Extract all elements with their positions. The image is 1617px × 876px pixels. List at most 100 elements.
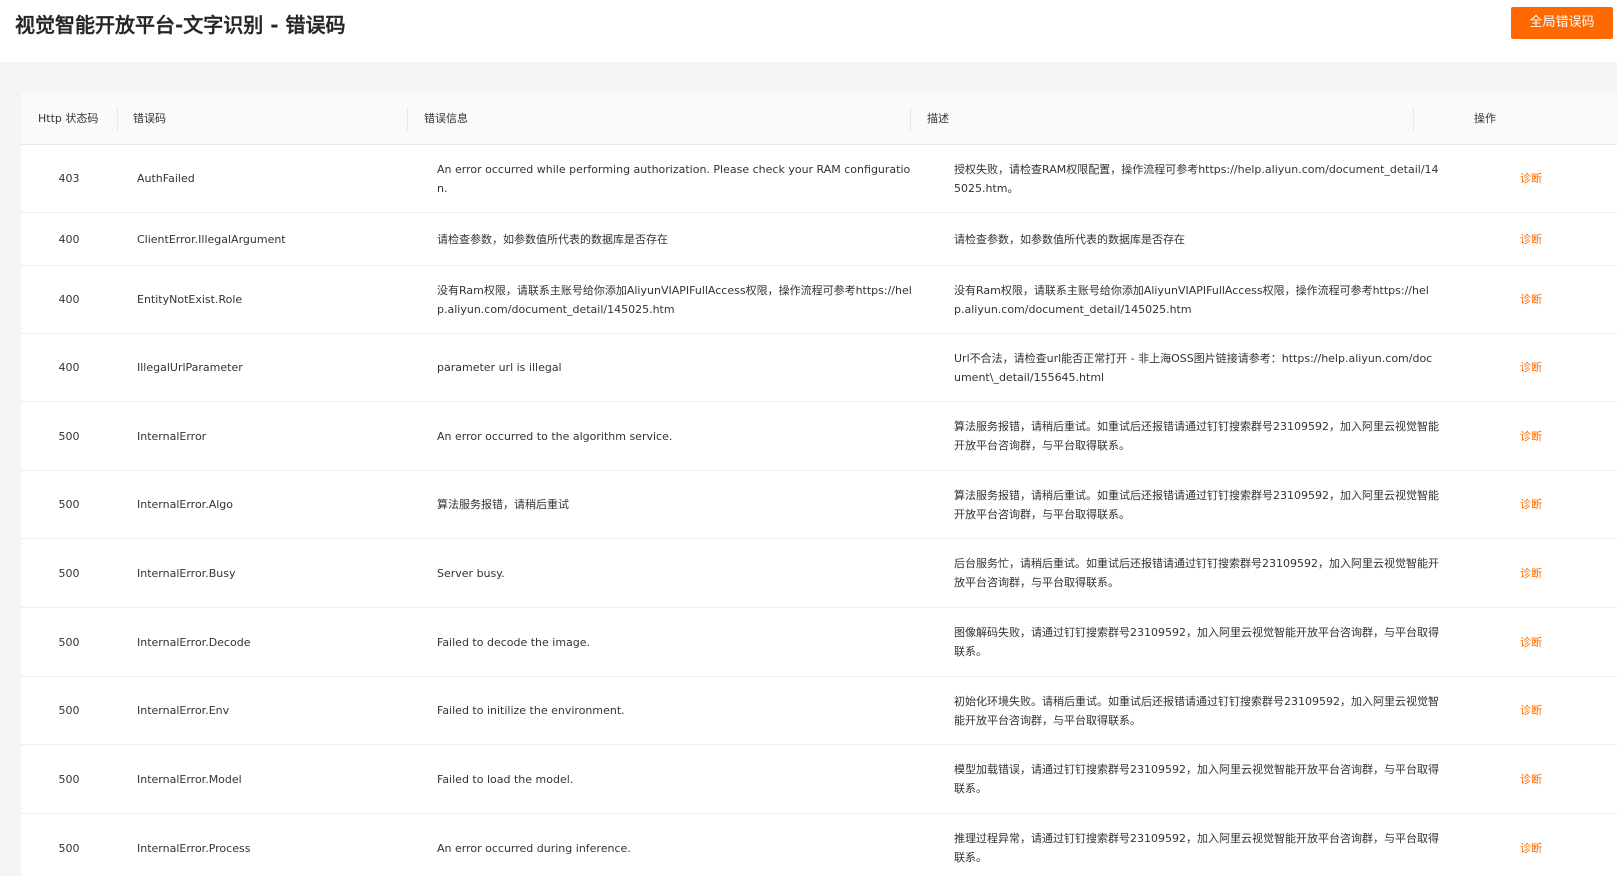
error-code-cell-text: InternalError.Algo xyxy=(137,498,233,511)
error-message-cell-text: An error occurred to the algorithm servi… xyxy=(437,429,673,443)
action-cell: 诊断 xyxy=(1501,266,1561,333)
error-code-cell-text: InternalError.Model xyxy=(137,772,242,786)
status-cell-text: 500 xyxy=(58,635,80,649)
error-message-cell-text: An error occurred during inference. xyxy=(437,841,631,855)
error-code-cell: InternalError.Busy xyxy=(137,539,407,607)
status-cell-text: 403 xyxy=(58,172,80,185)
action-cell: 诊断 xyxy=(1501,145,1561,212)
error-message-cell-text: 算法服务报错，请稍后重试 xyxy=(437,498,569,511)
status-cell-text: 400 xyxy=(58,293,80,306)
table-row: 403 AuthFailed An error occurred while per… xyxy=(21,145,1617,213)
description-cell-text: 授权失败，请检查RAM权限配置，操作流程可参考https://help.aliy… xyxy=(954,162,1439,195)
error-message-cell-text: Server busy. xyxy=(437,566,505,580)
column-divider xyxy=(117,107,118,131)
description-cell-text: 算法服务报错，请稍后重试。如重试后还报错请通过钉钉搜索群号23109592，加入… xyxy=(954,488,1439,521)
error-code-cell: InternalError.Decode xyxy=(137,608,407,676)
error-message-cell-text: An error occurred while performing autho… xyxy=(437,162,911,195)
column-header-status: Http 状态码 xyxy=(38,112,99,125)
column-divider xyxy=(910,107,911,131)
action-cell: 诊断 xyxy=(1501,814,1561,876)
action-cell: 诊断 xyxy=(1501,745,1561,813)
action-cell: 诊断 xyxy=(1501,471,1561,538)
description-cell: 算法服务报错，请稍后重试。如重试后还报错请通过钉钉搜索群号23109592，加入… xyxy=(954,402,1439,470)
status-cell: 500 xyxy=(39,745,99,813)
description-cell-text: 图像解码失败，请通过钉钉搜索群号23109592，加入阿里云视觉智能开放平台咨询… xyxy=(954,626,1439,658)
column-header-description: 描述 xyxy=(927,112,949,125)
table-row: 400 EntityNotExist.Role 没有Ram权限，请联系主账号给你添加… xyxy=(21,266,1617,334)
error-message-cell-text: 请检查参数，如参数值所代表的数据库是否存在 xyxy=(437,232,668,246)
diagnose-link[interactable]: 诊断 xyxy=(1520,701,1542,720)
description-cell: 推理过程异常，请通过钉钉搜索群号23109592，加入阿里云视觉智能开放平台咨询… xyxy=(954,814,1439,876)
error-code-cell: AuthFailed xyxy=(137,145,407,212)
diagnose-link[interactable]: 诊断 xyxy=(1520,770,1542,789)
status-cell-text: 400 xyxy=(58,232,80,246)
status-cell: 403 xyxy=(39,145,99,212)
error-code-cell: InternalError.Env xyxy=(137,677,407,744)
global-error-codes-button[interactable]: 全局错误码 xyxy=(1511,7,1613,39)
action-cell: 诊断 xyxy=(1501,608,1561,676)
error-code-cell: ClientError.IllegalArgument xyxy=(137,213,407,265)
error-code-cell: EntityNotExist.Role xyxy=(137,266,407,333)
table-row: 500 InternalError.Algo 算法服务报错，请稍后重试 算法服务报错，… xyxy=(21,471,1617,539)
status-cell-text: 500 xyxy=(58,498,80,511)
diagnose-link[interactable]: 诊断 xyxy=(1520,230,1542,249)
error-message-cell-text: Failed to initilize the environment. xyxy=(437,704,625,717)
description-cell-text: 后台服务忙，请稍后重试。如重试后还报错请通过钉钉搜索群号23109592，加入阿… xyxy=(954,557,1439,589)
status-cell-text: 500 xyxy=(58,841,80,855)
error-code-cell-text: InternalError.Busy xyxy=(137,566,236,580)
table-header: Http 状态码 错误码 错误信息 描述 操作 xyxy=(21,93,1617,145)
table-row: 400 ClientError.IllegalArgument 请检查参数，如参数值… xyxy=(21,213,1617,266)
diagnose-link[interactable]: 诊断 xyxy=(1520,495,1542,514)
error-code-cell-text: InternalError xyxy=(137,429,207,443)
description-cell-text: 初始化环境失败。请稍后重试。如重试后还报错请通过钉钉搜索群号23109592，加… xyxy=(954,694,1439,727)
error-code-cell-text: InternalError.Process xyxy=(137,841,251,855)
error-code-cell: IllegalUrlParameter xyxy=(137,334,407,401)
description-cell-text: 算法服务报错，请稍后重试。如重试后还报错请通过钉钉搜索群号23109592，加入… xyxy=(954,420,1439,452)
error-code-cell: InternalError.Model xyxy=(137,745,407,813)
diagnose-link[interactable]: 诊断 xyxy=(1520,427,1542,446)
description-cell: 算法服务报错，请稍后重试。如重试后还报错请通过钉钉搜索群号23109592，加入… xyxy=(954,471,1439,538)
action-cell: 诊断 xyxy=(1501,213,1561,265)
error-message-cell: 算法服务报错，请稍后重试 xyxy=(437,471,917,538)
top-bar: 视觉智能开放平台-文字识别 - 错误码 全局错误码 xyxy=(0,0,1617,62)
error-message-cell: An error occurred to the algorithm servi… xyxy=(437,402,917,470)
error-message-cell: 请检查参数，如参数值所代表的数据库是否存在 xyxy=(437,213,917,265)
error-message-cell-text: Failed to decode the image. xyxy=(437,635,591,649)
status-cell: 400 xyxy=(39,266,99,333)
description-cell: 图像解码失败，请通过钉钉搜索群号23109592，加入阿里云视觉智能开放平台咨询… xyxy=(954,608,1439,676)
page-title: 视觉智能开放平台-文字识别 - 错误码 xyxy=(15,13,346,37)
diagnose-link[interactable]: 诊断 xyxy=(1520,358,1542,377)
error-message-cell: Server busy. xyxy=(437,539,917,607)
table-row: 400 IllegalUrlParameter parameter url is i… xyxy=(21,334,1617,402)
action-cell: 诊断 xyxy=(1501,677,1561,744)
diagnose-link[interactable]: 诊断 xyxy=(1520,290,1542,309)
error-code-cell-text: ClientError.IllegalArgument xyxy=(137,232,286,246)
status-cell: 400 xyxy=(39,213,99,265)
description-cell: 模型加载错误，请通过钉钉搜索群号23109592，加入阿里云视觉智能开放平台咨询… xyxy=(954,745,1439,813)
action-cell: 诊断 xyxy=(1501,402,1561,470)
error-code-cell: InternalError.Algo xyxy=(137,471,407,538)
column-header-code: 错误码 xyxy=(133,112,166,125)
diagnose-link[interactable]: 诊断 xyxy=(1520,169,1542,188)
column-divider xyxy=(1413,107,1414,131)
diagnose-link[interactable]: 诊断 xyxy=(1520,839,1542,858)
column-divider xyxy=(407,107,408,131)
description-cell: 授权失败，请检查RAM权限配置，操作流程可参考https://help.aliy… xyxy=(954,145,1439,212)
error-message-cell-text: Failed to load the model. xyxy=(437,772,574,786)
action-cell: 诊断 xyxy=(1501,334,1561,401)
status-cell: 500 xyxy=(39,814,99,876)
status-cell-text: 500 xyxy=(58,429,80,443)
diagnose-link[interactable]: 诊断 xyxy=(1520,633,1542,652)
status-cell: 500 xyxy=(39,539,99,607)
error-message-cell: Failed to decode the image. xyxy=(437,608,917,676)
error-code-cell-text: AuthFailed xyxy=(137,172,195,185)
diagnose-link[interactable]: 诊断 xyxy=(1520,564,1542,583)
description-cell-text: 推理过程异常，请通过钉钉搜索群号23109592，加入阿里云视觉智能开放平台咨询… xyxy=(954,832,1439,864)
error-code-cell-text: InternalError.Env xyxy=(137,704,230,717)
status-cell: 500 xyxy=(39,677,99,744)
error-message-cell: An error occurred during inference. xyxy=(437,814,917,876)
status-cell-text: 400 xyxy=(58,361,80,374)
status-cell: 500 xyxy=(39,608,99,676)
error-code-cell: InternalError.Process xyxy=(137,814,407,876)
error-code-cell-text: IllegalUrlParameter xyxy=(137,361,243,374)
